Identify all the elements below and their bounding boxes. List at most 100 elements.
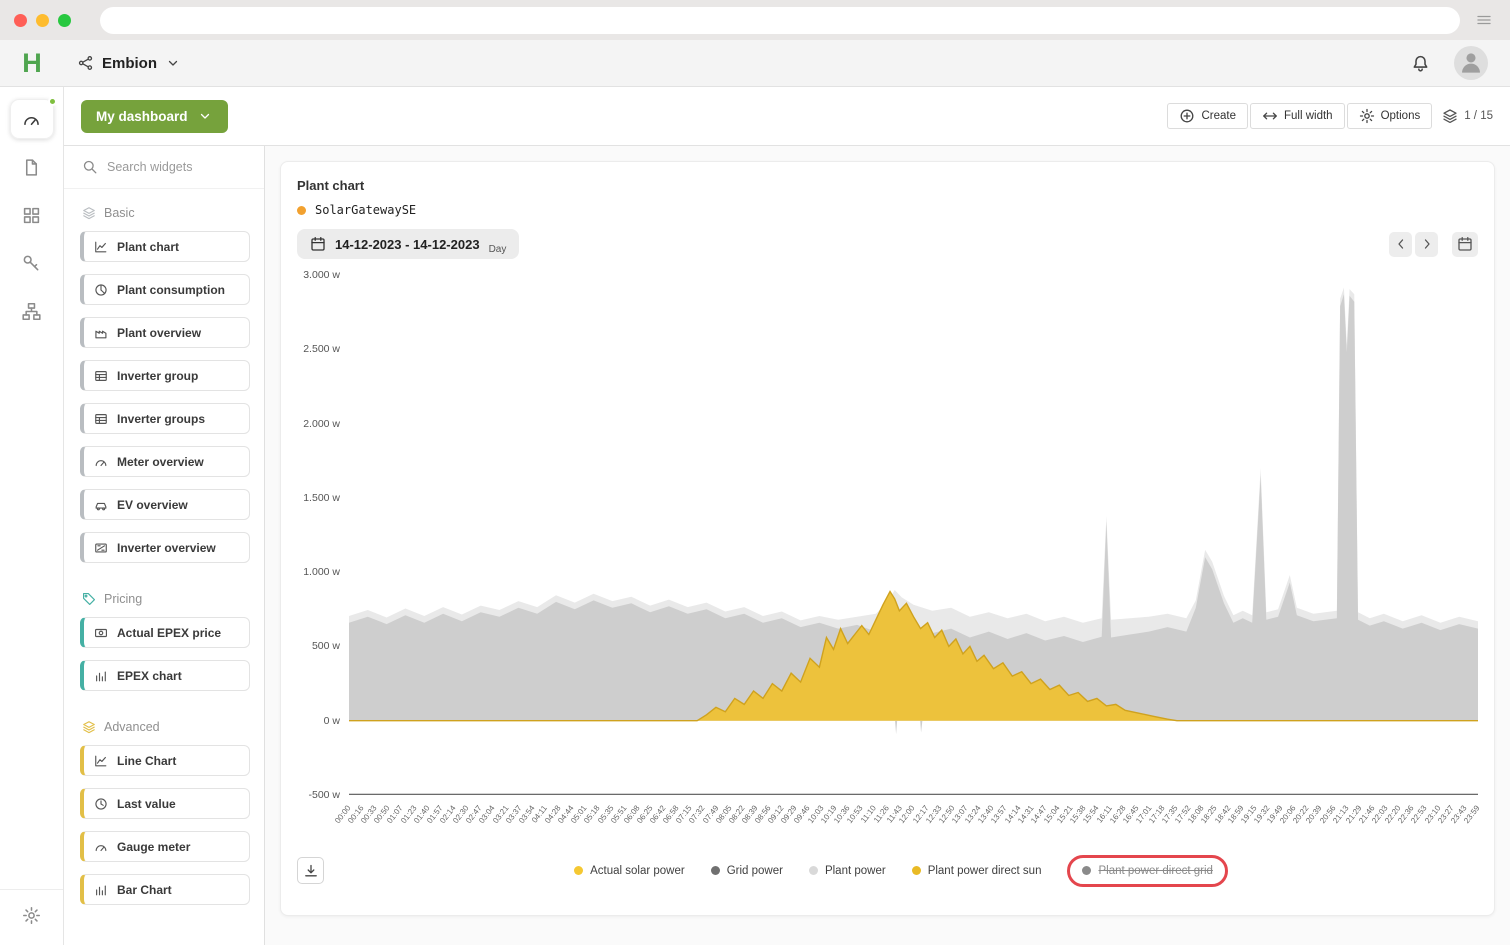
nav-item-key[interactable] xyxy=(10,243,54,283)
widget-item-last-value[interactable]: Last value xyxy=(80,788,250,819)
device-legend: SolarGatewaySE xyxy=(297,203,1478,217)
search-input[interactable] xyxy=(107,160,237,174)
legend-dot xyxy=(711,866,720,875)
org-selector[interactable]: Embion xyxy=(78,55,181,72)
y-tick-label: 1.000 w xyxy=(303,566,340,578)
table-icon xyxy=(94,369,108,383)
dashboard-selector-button[interactable]: My dashboard xyxy=(81,100,228,133)
annotation-highlight-box: Plant power direct grid xyxy=(1067,855,1227,887)
widget-item-inverter-groups[interactable]: Inverter groups xyxy=(80,403,250,434)
nav-item-file[interactable] xyxy=(10,147,54,187)
nav-rail xyxy=(0,87,64,945)
legend-dot xyxy=(809,866,818,875)
arrows-horizontal-icon xyxy=(1262,108,1278,124)
user-avatar[interactable] xyxy=(1454,46,1488,80)
close-window-button[interactable] xyxy=(14,14,27,27)
widget-item-line-chart[interactable]: Line Chart xyxy=(80,745,250,776)
chart-controls: 14-12-2023 - 14-12-2023 Day xyxy=(297,229,1478,259)
widget-item-bar-chart[interactable]: Bar Chart xyxy=(80,874,250,905)
header-actions xyxy=(1411,46,1510,80)
create-button[interactable]: Create xyxy=(1167,103,1248,129)
chart-mixed-icon xyxy=(94,883,108,897)
legend-item-plant-power[interactable]: Plant power xyxy=(809,865,886,877)
date-granularity-label: Day xyxy=(489,244,507,255)
chevron-right-icon xyxy=(1419,236,1435,252)
pie-icon xyxy=(94,283,108,297)
chart-line-icon xyxy=(94,240,108,254)
widget-item-plant-consumption[interactable]: Plant consumption xyxy=(80,274,250,305)
download-button[interactable] xyxy=(297,857,324,884)
section-header-pricing: Pricing xyxy=(64,575,264,617)
y-tick-label: 0 w xyxy=(324,715,340,727)
y-tick-label: 2.000 w xyxy=(303,418,340,430)
legend-item-grid-power[interactable]: Grid power xyxy=(711,865,783,877)
chevron-left-icon xyxy=(1393,236,1409,252)
y-tick-label: 500 w xyxy=(312,640,340,652)
browser-chrome xyxy=(0,0,1510,40)
legend-dot xyxy=(1082,866,1091,875)
widget-item-actual-epex-price[interactable]: Actual EPEX price xyxy=(80,617,250,648)
nav-item-sitemap[interactable] xyxy=(10,291,54,331)
widget-item-plant-overview[interactable]: Plant overview xyxy=(80,317,250,348)
calendar-icon xyxy=(310,236,326,252)
nav-item-grid[interactable] xyxy=(10,195,54,235)
y-tick-label: 1.500 w xyxy=(303,492,340,504)
full-width-button[interactable]: Full width xyxy=(1250,103,1345,129)
layers-icon xyxy=(1442,108,1458,124)
gear-icon xyxy=(1359,108,1375,124)
clock-icon xyxy=(94,797,108,811)
options-button[interactable]: Options xyxy=(1347,103,1433,129)
widget-item-ev-overview[interactable]: EV overview xyxy=(80,489,250,520)
browser-menu-icon[interactable] xyxy=(1472,12,1496,28)
legend-item-plant-power-direct-sun[interactable]: Plant power direct sun xyxy=(912,865,1042,877)
factory-icon xyxy=(94,326,108,340)
chart-mixed-icon xyxy=(94,669,108,683)
person-icon xyxy=(1458,49,1484,80)
next-period-button[interactable] xyxy=(1415,232,1438,257)
legend-item-actual-solar-power[interactable]: Actual solar power xyxy=(574,865,685,877)
legend-item-plant-power-direct-grid[interactable]: Plant power direct grid xyxy=(1082,865,1212,877)
app-logo[interactable]: H xyxy=(0,48,64,79)
widget-title: Plant chart xyxy=(297,178,1478,193)
notifications-bell-icon[interactable] xyxy=(1411,54,1430,73)
plant-chart: 3.000 w2.500 w2.000 w1.500 w1.000 w500 w… xyxy=(297,275,1478,845)
widget-item-inverter-group[interactable]: Inverter group xyxy=(80,360,250,391)
dashboard-canvas: Plant chart SolarGatewaySE 14-12-2023 - … xyxy=(265,146,1510,945)
search-icon xyxy=(82,159,98,175)
widget-sidebar: BasicPlant chart Plant consumption Plant o… xyxy=(64,146,265,945)
nav-bottom xyxy=(0,889,63,945)
date-range-label: 14-12-2023 - 14-12-2023 xyxy=(335,237,480,252)
legend-dot xyxy=(912,866,921,875)
page-indicator: 1 / 15 xyxy=(1442,108,1493,124)
legend-dot xyxy=(574,866,583,875)
nav-item-speedometer[interactable] xyxy=(10,99,54,139)
inverter-icon xyxy=(94,541,108,555)
prev-period-button[interactable] xyxy=(1389,232,1412,257)
date-range-button[interactable]: 14-12-2023 - 14-12-2023 Day xyxy=(297,229,519,259)
grid-icon xyxy=(22,206,41,225)
x-axis: 00:0000:1600:3300:5001:0701:2301:4001:57… xyxy=(349,795,1478,845)
meter-icon xyxy=(94,455,108,469)
minimize-window-button[interactable] xyxy=(36,14,49,27)
widget-item-inverter-overview[interactable]: Inverter overview xyxy=(80,532,250,563)
table-icon xyxy=(94,412,108,426)
chart-plot-area[interactable] xyxy=(349,275,1478,795)
calendar-picker-button[interactable] xyxy=(1452,232,1478,257)
calendar-icon xyxy=(1457,236,1473,252)
widget-item-gauge-meter[interactable]: Gauge meter xyxy=(80,831,250,862)
gear-icon[interactable] xyxy=(22,906,41,925)
address-bar[interactable] xyxy=(100,7,1460,34)
widget-item-epex-chart[interactable]: EPEX chart xyxy=(80,660,250,691)
chevron-down-icon xyxy=(165,55,181,71)
app-window: H Embion My dashboard xyxy=(0,40,1510,945)
zoom-window-button[interactable] xyxy=(58,14,71,27)
money-icon xyxy=(94,626,108,640)
widget-item-meter-overview[interactable]: Meter overview xyxy=(80,446,250,477)
dashboard-selector-label: My dashboard xyxy=(96,109,188,124)
section-header-basic: Basic xyxy=(64,189,264,231)
chevron-down-icon xyxy=(197,108,213,124)
device-dot xyxy=(297,206,306,215)
meter-icon xyxy=(94,840,108,854)
widget-item-plant-chart[interactable]: Plant chart xyxy=(80,231,250,262)
layers-icon xyxy=(82,206,96,220)
